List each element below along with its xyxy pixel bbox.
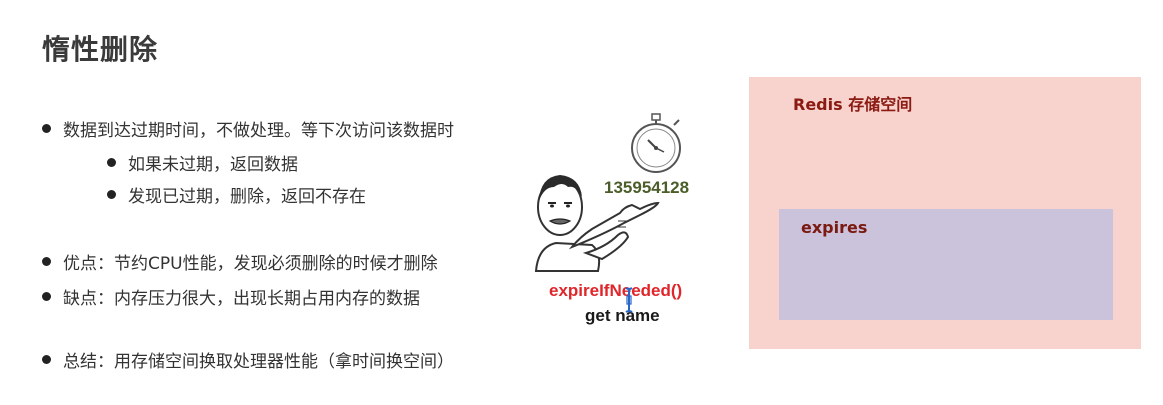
bullet-dot	[42, 355, 51, 364]
counter-value: 135954128	[604, 178, 690, 197]
command-text: get name	[585, 306, 660, 325]
expires-label: expires	[801, 218, 868, 237]
bullet-sub1-text: 如果未过期，返回数据	[128, 155, 298, 175]
bullet-con-text: 缺点：内存压力很大，出现长期占用内存的数据	[63, 289, 420, 309]
bullet-main-text: 数据到达过期时间，不做处理。等下次访问该数据时	[63, 121, 454, 141]
page-title: 惰性删除	[42, 33, 159, 66]
bullet-summary-text: 总结：用存储空间换取处理器性能（拿时间换空间）	[63, 352, 454, 372]
bullet-dot	[42, 257, 51, 266]
bullet-dot	[107, 190, 116, 199]
text-cursor-icon	[625, 287, 633, 313]
expires-panel: expires	[779, 209, 1113, 320]
bullet-pro: 优点：节约CPU性能，发现必须删除的时候才删除	[42, 249, 438, 274]
redis-storage-label: Redis 存储空间	[793, 95, 913, 114]
bullet-sub2-text: 发现已过期，删除，返回不存在	[128, 187, 366, 207]
bullet-summary: 总结：用存储空间换取处理器性能（拿时间换空间）	[42, 347, 454, 372]
bullet-dot	[107, 158, 116, 167]
bullet-sub-expired: 发现已过期，删除，返回不存在	[107, 182, 366, 207]
bullet-dot	[42, 124, 51, 133]
bullet-con: 缺点：内存压力很大，出现长期占用内存的数据	[42, 284, 420, 309]
bullet-main: 数据到达过期时间，不做处理。等下次访问该数据时	[42, 116, 454, 141]
bullet-sub-not-expired: 如果未过期，返回数据	[107, 150, 298, 175]
redis-storage-panel: Redis 存储空间 expires	[749, 77, 1141, 349]
bullet-dot	[42, 292, 51, 301]
function-name: expireIfNeeded()	[549, 281, 683, 300]
bullet-pro-text: 优点：节约CPU性能，发现必须删除的时候才删除	[63, 254, 438, 274]
